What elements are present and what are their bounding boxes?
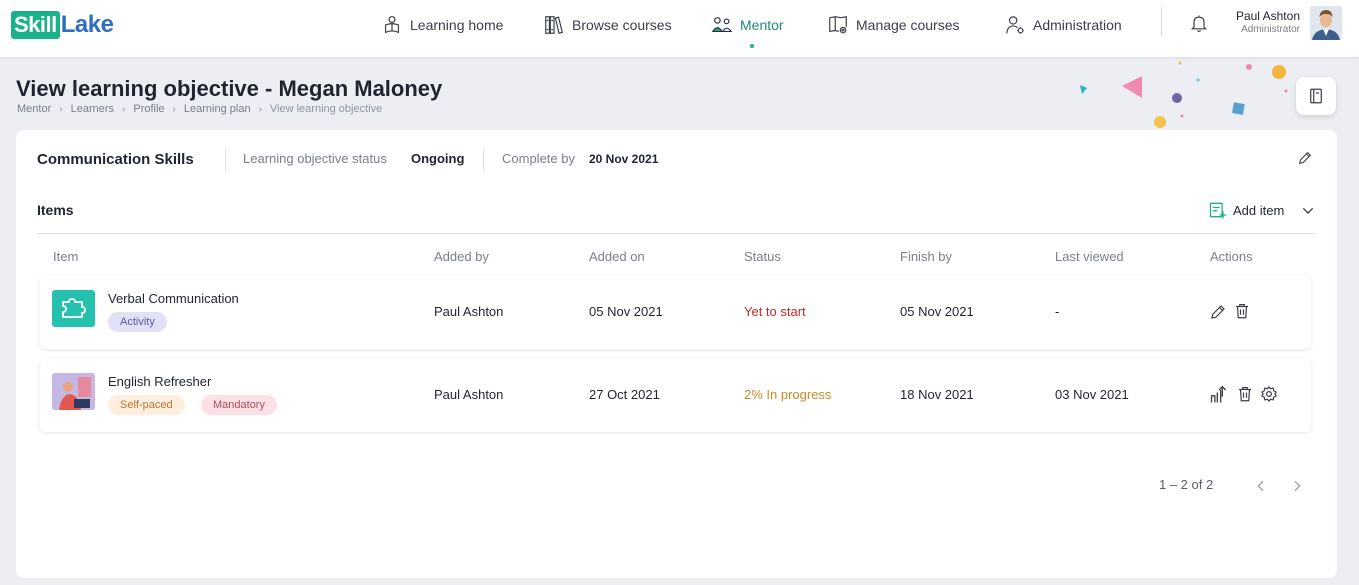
items-heading: Items (37, 202, 74, 218)
last-viewed: 03 Nov 2021 (1055, 387, 1129, 402)
add-item-label: Add item (1233, 202, 1285, 218)
manage-courses-icon (829, 16, 847, 34)
nav-learning-home[interactable]: Learning home (381, 10, 503, 40)
breadcrumb-current: View learning objective (269, 103, 383, 115)
meta-divider (225, 148, 226, 172)
meta-divider (483, 148, 484, 172)
prev-page-icon[interactable] (1253, 478, 1269, 494)
table-row[interactable]: English Refresher Self-paced Mandatory P… (40, 359, 1311, 432)
col-header-added-on: Added on (589, 249, 645, 264)
item-name[interactable]: Verbal Communication (108, 291, 239, 306)
breadcrumb-learning-plan[interactable]: Learning plan (184, 103, 251, 115)
complete-by-label: Complete by (502, 151, 575, 166)
notification-bell-icon[interactable] (1189, 13, 1209, 33)
nav-label: Browse courses (572, 17, 672, 33)
nav-label: Administration (1033, 17, 1122, 33)
tag-self-paced: Self-paced (108, 395, 185, 415)
books-icon (545, 16, 563, 34)
logo-lake-text: Lake (60, 11, 114, 38)
nav-administration[interactable]: Administration (1004, 10, 1122, 40)
user-avatar[interactable] (1310, 6, 1342, 40)
notebook-icon (1310, 88, 1322, 104)
status-text: 2% In progress (744, 387, 832, 402)
add-item-button[interactable]: Add item (1208, 200, 1284, 220)
breadcrumb-separator-icon: › (122, 103, 126, 115)
skilllake-logo[interactable]: Skill Lake (11, 10, 114, 40)
learning-objective-card: Communication Skills Learning objective … (16, 130, 1337, 578)
col-header-added-by: Added by (434, 249, 489, 264)
tag-mandatory: Mandatory (201, 395, 277, 415)
add-list-icon (1209, 202, 1227, 219)
nav-mentor[interactable]: Mentor (711, 10, 784, 48)
finish-by: 18 Nov 2021 (900, 387, 974, 402)
nav-divider (1161, 7, 1162, 37)
edit-icon[interactable] (1209, 303, 1227, 321)
status-label: Learning objective status (243, 151, 387, 166)
course-thumbnail (52, 373, 95, 410)
complete-by-value: 20 Nov 2021 (589, 152, 659, 166)
status-value: Ongoing (411, 151, 465, 166)
activity-thumbnail (52, 290, 95, 327)
table-row[interactable]: Verbal Communication Activity Paul Ashto… (40, 276, 1311, 349)
nav-label: Mentor (740, 17, 784, 33)
col-header-item: Item (53, 249, 79, 264)
chevron-down-icon[interactable] (1300, 203, 1316, 219)
tag-activity: Activity (108, 312, 167, 332)
col-header-finish-by: Finish by (900, 249, 953, 264)
item-name[interactable]: English Refresher (108, 374, 211, 389)
added-by: Paul Ashton (434, 304, 504, 319)
nav-label: Learning home (410, 17, 504, 33)
delete-icon[interactable] (1236, 385, 1254, 403)
mentor-icon (711, 17, 733, 33)
top-navigation-bar: Skill Lake Learning home Browse courses M… (0, 0, 1359, 57)
breadcrumb-mentor[interactable]: Mentor (17, 103, 51, 115)
breadcrumb-separator-icon: › (59, 103, 63, 115)
confetti-decoration (1080, 61, 1288, 128)
status-text: Yet to start (744, 304, 806, 319)
breadcrumb: Mentor › Learners › Profile › Learning plan… (17, 103, 382, 115)
next-page-icon[interactable] (1289, 478, 1305, 494)
added-by: Paul Ashton (434, 387, 504, 402)
col-header-status: Status (744, 249, 781, 264)
nav-browse-courses[interactable]: Browse courses (543, 10, 672, 40)
finish-by: 05 Nov 2021 (900, 304, 974, 319)
pagination-range: 1 – 2 of 2 (1159, 477, 1214, 492)
breadcrumb-learners[interactable]: Learners (71, 103, 114, 115)
user-role: Administrator (1241, 24, 1300, 35)
learner-icon (384, 15, 400, 34)
added-on: 05 Nov 2021 (589, 304, 663, 319)
user-name[interactable]: Paul Ashton (1218, 9, 1300, 23)
notes-panel-button[interactable] (1296, 77, 1336, 115)
nav-label: Manage courses (856, 17, 960, 33)
last-viewed: - (1055, 304, 1060, 319)
share-icon[interactable] (1209, 385, 1229, 405)
logo-skill-text: Skill (11, 11, 60, 39)
settings-icon[interactable] (1260, 385, 1278, 403)
edit-objective-icon[interactable] (1297, 150, 1313, 166)
breadcrumb-separator-icon: › (258, 103, 262, 115)
col-header-last-viewed: Last viewed (1055, 249, 1124, 264)
objective-name: Communication Skills (37, 151, 194, 168)
breadcrumb-profile[interactable]: Profile (133, 103, 164, 115)
added-on: 27 Oct 2021 (589, 387, 660, 402)
admin-icon (1006, 16, 1024, 34)
page-title: View learning objective - Megan Maloney (16, 76, 443, 101)
delete-icon[interactable] (1233, 302, 1251, 320)
nav-manage-courses[interactable]: Manage courses (827, 10, 960, 40)
divider (37, 233, 1316, 234)
active-indicator-dot (750, 44, 755, 48)
breadcrumb-separator-icon: › (172, 103, 176, 115)
col-header-actions: Actions (1210, 249, 1253, 264)
